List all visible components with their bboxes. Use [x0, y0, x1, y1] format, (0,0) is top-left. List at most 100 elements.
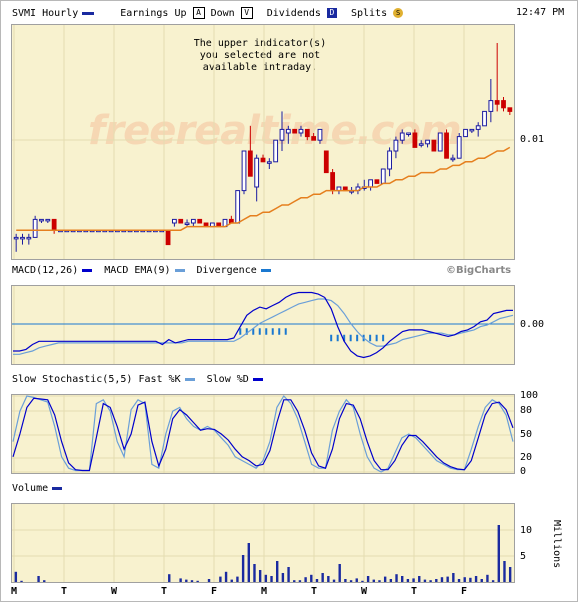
candle-body — [475, 125, 481, 130]
candle-body — [507, 107, 513, 112]
volume-bar — [281, 573, 285, 582]
candle-body — [26, 236, 32, 240]
volume-bar — [401, 576, 404, 582]
volume-bar — [293, 580, 296, 582]
volume-bar — [383, 576, 387, 582]
candle-body — [260, 157, 266, 163]
volume-bar — [503, 561, 506, 582]
candle-body — [387, 150, 392, 170]
candle-body — [330, 172, 336, 192]
volume-bar — [457, 579, 461, 582]
volume-bar — [355, 578, 358, 582]
volume-bar — [366, 576, 370, 582]
candle-body — [469, 128, 475, 132]
candle-body — [51, 218, 57, 231]
volume-bar — [508, 567, 512, 582]
macd-line — [13, 291, 513, 359]
candle-body — [463, 128, 468, 138]
candle-body — [488, 100, 494, 112]
volume-bar — [276, 561, 279, 582]
candle-body — [425, 139, 430, 145]
volume-bar — [37, 576, 40, 582]
volume-bar — [304, 577, 307, 582]
divergence-bar — [336, 334, 339, 342]
candle-body — [39, 218, 44, 222]
candle-body — [247, 150, 253, 177]
candle-body — [406, 132, 411, 135]
volume-bar — [253, 564, 256, 582]
divergence-bar — [369, 334, 372, 342]
volume-bar — [315, 579, 319, 582]
volume-bar — [196, 580, 199, 582]
candle-body — [374, 179, 380, 184]
volume-bar — [389, 579, 393, 582]
volume-bar — [486, 574, 489, 582]
volume-bar — [474, 576, 478, 582]
candle-body — [266, 161, 272, 164]
divergence-bar — [349, 334, 352, 342]
volume-bar — [241, 555, 245, 582]
volume-bar — [480, 579, 483, 582]
volume-bar — [497, 525, 500, 582]
candle-body — [184, 222, 190, 225]
fast-k-line — [12, 395, 514, 473]
volume-bar — [446, 576, 449, 582]
volume-bar — [435, 579, 438, 582]
candle-body — [368, 179, 373, 188]
volume-bar — [190, 580, 194, 582]
volume-bar — [418, 576, 421, 582]
candle-body — [298, 128, 304, 134]
candle-body — [431, 139, 437, 152]
volume-bar — [491, 580, 495, 582]
candle-body — [273, 139, 279, 163]
volume-bar — [406, 579, 410, 582]
candle-body — [279, 128, 285, 141]
volume-bar — [20, 580, 23, 582]
divergence-bar — [375, 334, 378, 342]
volume-bar — [310, 574, 313, 582]
volume-bar — [236, 576, 239, 582]
divergence-bar — [330, 334, 333, 342]
divergence-bar — [258, 328, 261, 335]
volume-bar — [412, 578, 415, 582]
volume-bar — [378, 580, 381, 582]
volume-bar — [372, 579, 375, 582]
volume-bar — [452, 573, 455, 582]
volume-bar — [247, 543, 250, 582]
candle-body — [482, 110, 487, 127]
macd-ema-line — [13, 298, 514, 355]
candle-body — [450, 157, 456, 161]
candle-body — [399, 132, 405, 141]
divergence-bar — [239, 328, 242, 335]
volume-bar — [332, 579, 336, 582]
candle-body — [292, 128, 298, 134]
chart-svg — [12, 25, 514, 582]
candle-body — [254, 157, 260, 188]
volume-bar — [423, 579, 427, 582]
candle-body — [317, 128, 323, 141]
candle-body — [190, 218, 196, 224]
volume-bar — [429, 580, 432, 582]
volume-bar — [463, 577, 466, 582]
candle-body — [285, 128, 291, 134]
divergence-bar — [356, 334, 359, 342]
volume-bar — [224, 571, 228, 582]
candle-body — [45, 218, 51, 222]
candle-body — [235, 190, 241, 224]
divergence-bar — [382, 334, 385, 342]
volume-bar — [179, 578, 182, 582]
volume-bar — [264, 574, 268, 582]
candle-body — [323, 150, 329, 174]
volume-bar — [258, 570, 262, 582]
divergence-bar — [271, 328, 274, 335]
volume-bar — [440, 577, 444, 582]
divergence-bar — [265, 328, 268, 335]
volume-bar — [361, 580, 364, 582]
candle-body — [393, 139, 399, 152]
volume-bar — [395, 574, 398, 582]
volume-bar — [185, 579, 188, 582]
candle-body — [20, 236, 25, 240]
candle-body — [171, 218, 177, 224]
volume-bar — [321, 573, 324, 582]
candle-body — [178, 218, 184, 224]
